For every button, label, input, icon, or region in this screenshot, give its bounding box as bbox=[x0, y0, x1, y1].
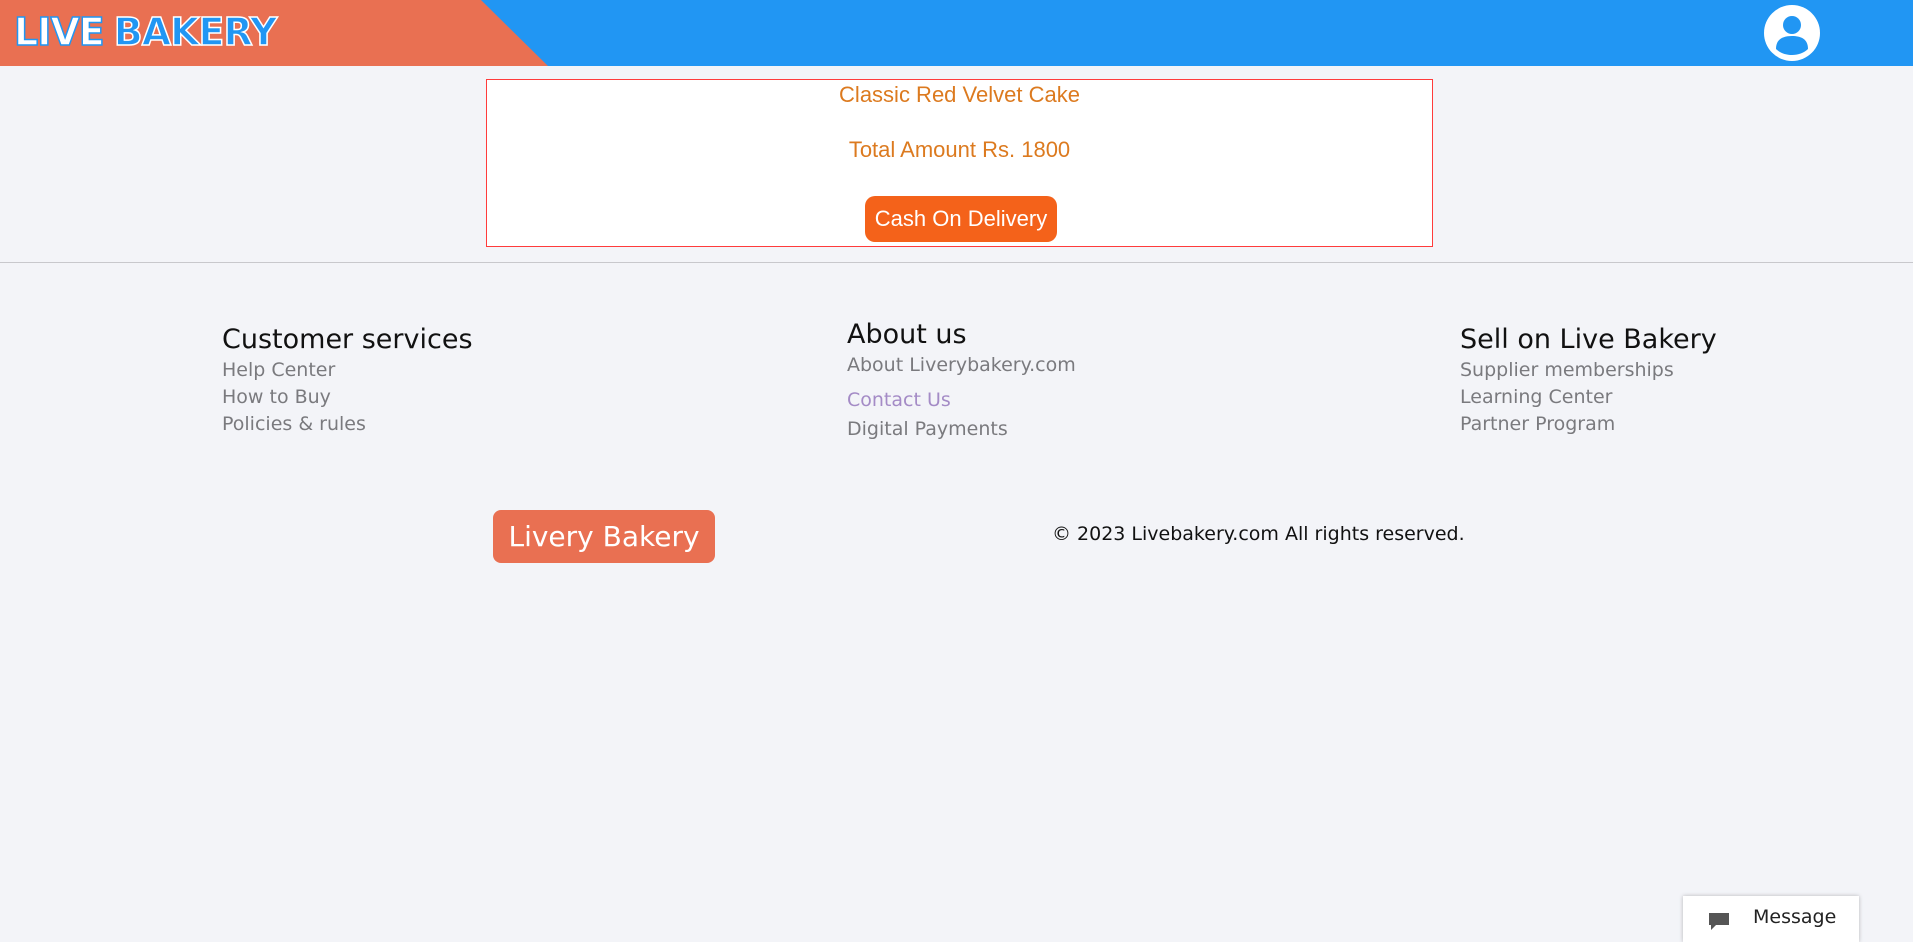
footer-divider bbox=[0, 262, 1913, 263]
digital-payments-link[interactable]: Digital Payments bbox=[847, 416, 1076, 443]
copyright-text: © 2023 Livebakery.com All rights reserve… bbox=[1052, 523, 1465, 545]
about-site-link[interactable]: About Liverybakery.com bbox=[847, 352, 1076, 379]
about-us-heading: About us bbox=[847, 319, 967, 350]
footer-sell: Sell on Live Bakery Supplier memberships… bbox=[1460, 323, 1717, 438]
message-chat-button[interactable]: Message bbox=[1683, 896, 1859, 942]
customer-services-heading: Customer services bbox=[222, 324, 473, 355]
how-to-buy-link[interactable]: How to Buy bbox=[222, 384, 473, 411]
footer-about-us: About us About Liverybakery.com Contact … bbox=[847, 318, 1076, 443]
logo-word-live: LIVE bbox=[13, 9, 105, 55]
partner-program-link[interactable]: Partner Program bbox=[1460, 411, 1717, 438]
cash-on-delivery-button[interactable]: Cash On Delivery bbox=[865, 196, 1057, 242]
user-icon bbox=[1776, 16, 1808, 55]
logo-word-bakery: BAKERY bbox=[113, 9, 278, 55]
learning-center-link[interactable]: Learning Center bbox=[1460, 384, 1717, 411]
chat-icon bbox=[1709, 913, 1729, 930]
user-account-button[interactable] bbox=[1764, 5, 1820, 61]
order-summary-box: Classic Red Velvet Cake Total Amount Rs.… bbox=[486, 79, 1433, 247]
sell-heading: Sell on Live Bakery bbox=[1460, 324, 1717, 355]
supplier-memberships-link[interactable]: Supplier memberships bbox=[1460, 357, 1717, 384]
policies-rules-link[interactable]: Policies & rules bbox=[222, 411, 473, 438]
message-label: Message bbox=[1753, 906, 1837, 928]
help-center-link[interactable]: Help Center bbox=[222, 357, 473, 384]
top-header: LIVE BAKERY bbox=[0, 0, 1913, 66]
livery-bakery-button[interactable]: Livery Bakery bbox=[493, 510, 715, 563]
footer-customer-services: Customer services Help Center How to Buy… bbox=[222, 323, 473, 438]
total-amount: Total Amount Rs. 1800 bbox=[848, 137, 1071, 162]
header-brand-band: LIVE BAKERY bbox=[0, 0, 548, 66]
site-logo[interactable]: LIVE BAKERY bbox=[13, 7, 278, 57]
product-name: Classic Red Velvet Cake bbox=[839, 82, 1080, 107]
contact-us-link[interactable]: Contact Us bbox=[847, 387, 1076, 414]
